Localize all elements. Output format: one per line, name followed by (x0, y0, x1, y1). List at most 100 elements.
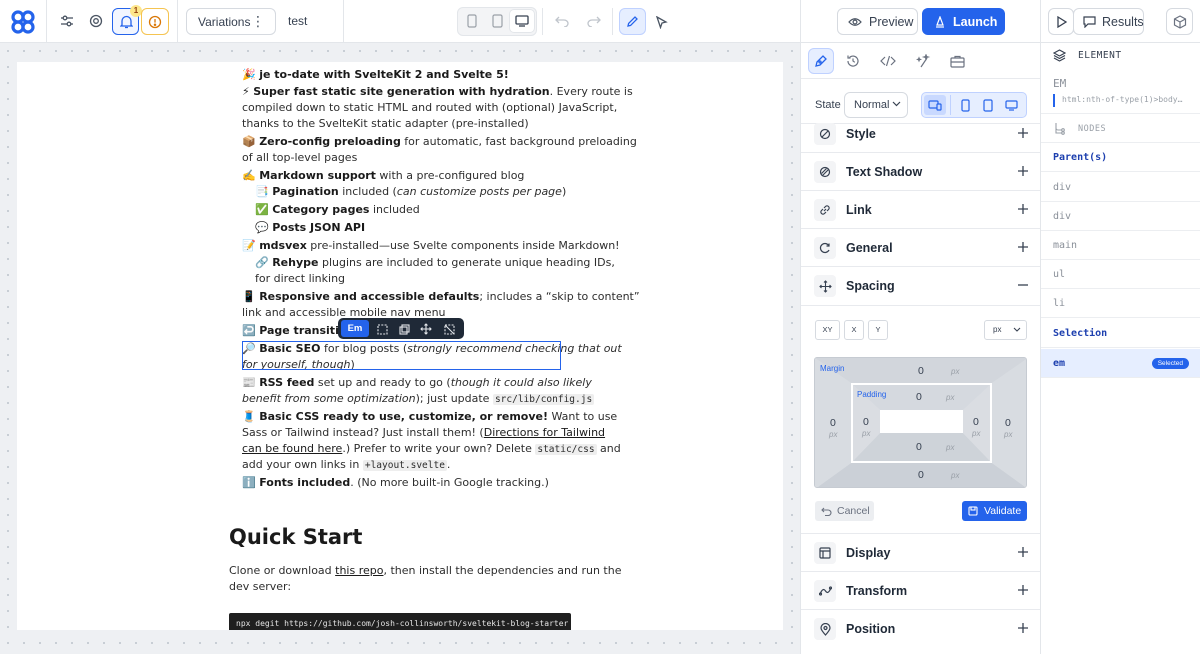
parent-node[interactable]: li (1041, 289, 1200, 318)
inline-code: static/css (535, 444, 597, 455)
parent-node[interactable]: div (1041, 202, 1200, 231)
section-spacing[interactable]: Spacing (801, 267, 1041, 306)
content-line[interactable]: Sass or Tailwind instead? Just install t… (242, 425, 605, 441)
axis-y-button[interactable]: Y (868, 320, 888, 340)
plus-icon[interactable] (1017, 546, 1029, 558)
bp-tablet-icon[interactable] (981, 97, 995, 113)
code-block[interactable]: npx degit https://github.com/josh-collin… (229, 613, 571, 630)
history-tab-icon[interactable] (843, 51, 863, 71)
bp-mobile-icon[interactable] (958, 97, 972, 113)
briefcase-tab-icon[interactable] (947, 51, 967, 71)
padding-right-input[interactable]: 0 (973, 416, 979, 428)
content-line[interactable]: 📦 Zero-config preloading for automatic, … (242, 134, 637, 150)
content-line[interactable]: 📑 Pagination included (can customize pos… (255, 184, 566, 200)
settings-cube-button[interactable] (1166, 8, 1193, 35)
padding-top-input[interactable]: 0 (916, 391, 922, 403)
section-display[interactable]: Display (801, 534, 1041, 572)
unit-select[interactable]: px (984, 320, 1027, 340)
padding-left-input[interactable]: 0 (863, 416, 869, 428)
content-line[interactable]: thanks to the SvelteKit static adapter (… (242, 116, 529, 132)
content-line[interactable]: 🧵 Basic CSS ready to use, customize, or … (242, 409, 617, 425)
section-position[interactable]: Position (801, 610, 1041, 648)
content-line[interactable]: ✅ Category pages included (255, 202, 420, 218)
state-select[interactable]: Normal (844, 92, 908, 118)
page-preview[interactable]: 🎉 je to-date with SvelteKit 2 and Svelte… (17, 62, 783, 630)
design-tab-icon[interactable] (808, 48, 834, 74)
content-line[interactable]: benefit from some optimization); just up… (242, 391, 595, 408)
desktop-device-button[interactable] (510, 10, 534, 32)
select-pointer-icon[interactable] (651, 12, 671, 32)
section-transform[interactable]: Transform (801, 572, 1041, 610)
axis-xy-button[interactable]: XY (815, 320, 840, 340)
selected-node[interactable]: em Selected (1041, 349, 1200, 378)
plus-icon[interactable] (1017, 584, 1029, 596)
section-text-shadow[interactable]: Text Shadow (801, 153, 1041, 191)
axis-x-button[interactable]: X (844, 320, 864, 340)
section-link[interactable]: Link (801, 191, 1041, 229)
content-line[interactable]: compiled down to static HTML and routed … (242, 100, 617, 116)
padding-bottom-input[interactable]: 0 (916, 441, 922, 453)
preview-button[interactable]: Preview (837, 8, 918, 35)
inline-code: +layout.svelte (362, 460, 447, 471)
plus-icon[interactable] (1017, 241, 1029, 253)
content-line[interactable]: 🔗 Rehype plugins are included to generat… (255, 255, 615, 271)
minus-icon[interactable] (1017, 279, 1029, 291)
move-icon[interactable] (418, 321, 434, 337)
content-line[interactable]: 📝 mdsvex pre-installed—use Svelte compon… (242, 238, 620, 254)
quickstart-paragraph[interactable]: Clone or download this repo, then instal… (229, 563, 621, 595)
bp-desktop-icon[interactable] (1002, 97, 1020, 113)
element-tag-button[interactable]: Em (341, 320, 369, 337)
section-heading[interactable]: Quick Start (229, 525, 362, 549)
content-line[interactable]: 🎉 je to-date with SvelteKit 2 and Svelte… (242, 67, 509, 83)
parent-node[interactable]: div (1041, 173, 1200, 202)
results-button[interactable]: Results (1073, 8, 1144, 35)
code-tab-icon[interactable] (877, 51, 899, 71)
variations-button[interactable]: Variations ⋮ (186, 8, 276, 35)
margin-top-input[interactable]: 0 (918, 365, 924, 377)
help-lifebuoy-icon[interactable] (85, 10, 107, 32)
run-button[interactable] (1048, 8, 1074, 35)
repo-link[interactable]: this repo (335, 564, 383, 577)
ai-sparkle-tab-icon[interactable] (913, 51, 933, 71)
margin-left-input[interactable]: 0 (830, 417, 836, 429)
content-line[interactable]: of all top-level pages (242, 150, 357, 166)
tablet-device-icon[interactable] (489, 13, 505, 29)
tailwind-link[interactable]: can be found here (242, 442, 342, 455)
content-line[interactable]: add your own links in +layout.svelte. (242, 457, 450, 474)
plus-icon[interactable] (1017, 622, 1029, 634)
content-line[interactable]: ⚡ Super fast static site generation with… (242, 84, 633, 100)
launch-button[interactable]: Launch (922, 8, 1005, 35)
settings-sliders-icon[interactable] (56, 10, 78, 32)
content-line[interactable]: can be found here.) Prefer to write your… (242, 441, 621, 458)
tailwind-link[interactable]: Directions for Tailwind (484, 426, 605, 439)
cancel-button[interactable]: Cancel (815, 501, 874, 521)
content-line[interactable]: ✍️ Markdown support with a pre-configure… (242, 168, 524, 184)
all-devices-icon[interactable] (924, 95, 946, 115)
variation-name[interactable]: test (288, 14, 307, 28)
app-logo[interactable] (10, 9, 36, 35)
validate-button[interactable]: Validate (962, 501, 1027, 521)
plus-icon[interactable] (1017, 165, 1029, 177)
content-line[interactable]: 💬 Posts JSON API (255, 220, 365, 236)
duplicate-icon[interactable] (396, 321, 412, 337)
margin-bottom-input[interactable]: 0 (918, 469, 924, 481)
edit-mode-button[interactable] (619, 8, 646, 35)
parent-node[interactable]: ul (1041, 260, 1200, 289)
content-line[interactable]: for direct linking (255, 271, 345, 287)
parent-node[interactable]: main (1041, 231, 1200, 260)
plus-icon[interactable] (1017, 127, 1029, 139)
section-general[interactable]: General (801, 229, 1041, 267)
margin-right-input[interactable]: 0 (1005, 417, 1011, 429)
mobile-device-icon[interactable] (464, 13, 480, 29)
select-parent-icon[interactable] (374, 321, 390, 337)
undo-icon[interactable] (553, 12, 571, 30)
hide-element-icon[interactable] (441, 321, 457, 337)
warnings-button[interactable] (141, 8, 169, 35)
section-style[interactable]: Style (801, 123, 1041, 153)
content-line[interactable]: 📰 RSS feed set up and ready to go (thoug… (242, 375, 592, 391)
content-line[interactable]: 📱 Responsive and accessible defaults; in… (242, 289, 640, 305)
content-line[interactable]: ℹ️ Fonts included. (No more built-in Goo… (242, 475, 549, 491)
redo-icon[interactable] (585, 12, 603, 30)
kebab-menu-icon[interactable]: ⋮ (251, 14, 265, 28)
plus-icon[interactable] (1017, 203, 1029, 215)
